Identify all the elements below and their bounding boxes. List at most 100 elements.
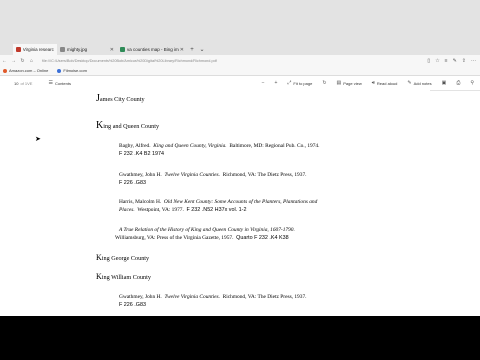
page-indicator[interactable]: 10 of 1VE bbox=[14, 81, 32, 86]
more-icon[interactable]: ··· bbox=[471, 58, 476, 64]
zoom-in-button[interactable]: + bbox=[274, 80, 277, 86]
save-icon: ▣ bbox=[441, 80, 447, 86]
tab-label: va counties map - Bing ima bbox=[127, 47, 179, 52]
plus-icon: + bbox=[274, 80, 278, 86]
tab-label: mighty.jpg bbox=[67, 47, 88, 52]
entry-publisher: Richmond, VA: The Dietz Press, 1937. bbox=[222, 172, 307, 178]
add-notes-button[interactable]: ✎ Add notes bbox=[407, 80, 431, 86]
entry-title: A True Relation of the History of King a… bbox=[119, 227, 295, 233]
hub-icon[interactable]: ≡ bbox=[445, 58, 448, 64]
page-total: of 1VE bbox=[20, 80, 33, 86]
heading-rest: ing and Queen County bbox=[103, 123, 160, 130]
entry-publisher: Williamsburg, VA: Press of the Virginia … bbox=[115, 235, 234, 241]
bib-entry: Gwathmey, John H. Twelve Virginia Counti… bbox=[119, 171, 419, 187]
favorite-amazon[interactable]: Amazon.com – Online bbox=[3, 68, 48, 73]
fit-page-icon: ⤢ bbox=[287, 80, 292, 86]
minus-icon: − bbox=[261, 80, 265, 86]
print-icon: ⎙ bbox=[456, 80, 461, 86]
call-number: F 232 .K4 B2 1974 bbox=[119, 151, 164, 157]
entry-title: Twelve Virginia Counties. bbox=[164, 172, 220, 178]
contents-list-icon: ☰ bbox=[48, 80, 53, 86]
amazon-favicon-icon bbox=[3, 68, 7, 73]
back-arrow-icon[interactable]: ← bbox=[0, 58, 9, 64]
favorite-label: Filmoise.com bbox=[63, 68, 87, 73]
close-icon[interactable]: ✕ bbox=[180, 47, 184, 53]
entry-publisher: Baltimore, MD: Regional Pub. Co., 1974. bbox=[229, 143, 320, 149]
page-number[interactable]: 10 bbox=[14, 81, 18, 86]
entry-publisher: Richmond, VA: The Dietz Press, 1937. bbox=[222, 294, 307, 300]
bib-entry-cont: Williamsburg, VA: Press of the Virginia … bbox=[115, 234, 420, 242]
pen-icon: ✎ bbox=[407, 80, 412, 86]
url-field[interactable]: file:///C:/Users/Bob/Desktop/Documents%2… bbox=[42, 59, 217, 63]
home-icon[interactable]: ⌂ bbox=[27, 58, 36, 64]
tab-mighty[interactable]: mighty.jpg ✕ bbox=[57, 44, 117, 55]
pin-button[interactable]: ⚲ bbox=[470, 80, 474, 86]
reading-view-icon[interactable]: ▯ bbox=[427, 58, 430, 64]
notes-pen-icon[interactable]: ✎ bbox=[453, 58, 457, 64]
heading-rest: ames City County bbox=[99, 96, 145, 103]
favorite-filmoise[interactable]: Filmoise.com bbox=[57, 68, 87, 73]
tab-bar: Virginia research outlin mighty.jpg ✕ va… bbox=[0, 0, 480, 55]
entry-title: Twelve Virginia Counties. bbox=[164, 294, 220, 300]
image-favicon-icon bbox=[60, 47, 65, 52]
pdf-toolbar: 10 of 1VE ☰ Contents − + ⤢ Fit to page ↻… bbox=[0, 76, 480, 91]
favorites-bar: Amazon.com – Online Filmoise.com bbox=[0, 66, 480, 76]
tab-va-counties[interactable]: va counties map - Bing ima ✕ bbox=[117, 44, 187, 55]
tab-dropdown-icon[interactable]: ⌄ bbox=[197, 46, 207, 53]
favorite-label: Amazon.com – Online bbox=[9, 68, 49, 73]
tabs-row: Virginia research outlin mighty.jpg ✕ va… bbox=[0, 44, 480, 55]
call-number: F 226 .G83 bbox=[119, 180, 146, 186]
mouse-cursor-icon: ➤ bbox=[35, 136, 41, 143]
new-tab-plus-icon[interactable]: + bbox=[187, 47, 197, 53]
bib-entry: Harris, Malcolm H. Old New Kent County: … bbox=[119, 198, 419, 214]
share-icon[interactable]: ⇪ bbox=[462, 58, 466, 64]
call-number: F 226 .G83 bbox=[119, 302, 146, 308]
rotate-button[interactable]: ↻ bbox=[322, 80, 326, 86]
bib-entry: A True Relation of the History of King a… bbox=[119, 226, 424, 234]
rotate-icon: ↻ bbox=[322, 80, 327, 86]
read-aloud-button[interactable]: 🔊︎ Read aloud bbox=[372, 80, 398, 86]
bib-entry: Bagby, Alfred. King and Queen County, Vi… bbox=[119, 142, 419, 158]
fit-to-page-button[interactable]: ⤢ Fit to page bbox=[287, 80, 312, 86]
entry-publisher: Westpoint, VA: 1977. bbox=[137, 207, 184, 213]
pin-icon: ⚲ bbox=[470, 80, 474, 86]
filmoise-favicon-icon bbox=[57, 68, 62, 73]
pdf-favicon-icon bbox=[16, 47, 21, 52]
refresh-icon[interactable]: ↻ bbox=[18, 58, 27, 64]
pdf-margin bbox=[0, 90, 60, 316]
address-actions: ▯ ☆ ≡ ✎ ⇪ ··· bbox=[427, 55, 476, 66]
save-button[interactable]: ▣ bbox=[442, 80, 447, 86]
entry-author: Bagby, Alfred. bbox=[119, 143, 151, 149]
page-view-button[interactable]: ▤ Page view bbox=[337, 80, 362, 86]
contents-label: Contents bbox=[54, 80, 71, 86]
print-button[interactable]: ⎙ bbox=[456, 80, 460, 86]
heading-king-queen: King and Queen County bbox=[96, 120, 159, 131]
entry-author: Gwathmey, John H. bbox=[119, 172, 162, 178]
tab-label: Virginia research outlin bbox=[22, 47, 54, 52]
contents-button[interactable]: ☰ Contents bbox=[48, 80, 71, 86]
page-view-icon: ▤ bbox=[336, 80, 342, 86]
read-aloud-label: Read aloud bbox=[376, 80, 398, 86]
forward-arrow-icon[interactable]: → bbox=[9, 58, 18, 64]
add-notes-label: Add notes bbox=[413, 80, 432, 86]
speaker-icon: 🔊︎ bbox=[371, 80, 375, 86]
pdf-page: James City County King and Queen County … bbox=[60, 90, 430, 316]
bing-favicon-icon bbox=[120, 47, 125, 52]
page-view-label: Page view bbox=[343, 80, 362, 86]
fit-to-page-label: Fit to page bbox=[293, 80, 313, 86]
heading-rest: ing George County bbox=[101, 255, 150, 262]
bib-entry: Gwathmey, John H. Twelve Virginia Counti… bbox=[119, 293, 419, 309]
favorite-star-icon[interactable]: ☆ bbox=[435, 58, 439, 64]
tab-virginia-research[interactable]: Virginia research outlin bbox=[13, 44, 57, 55]
zoom-out-button[interactable]: − bbox=[262, 80, 265, 86]
heading-james-city: James City County bbox=[96, 93, 145, 104]
heading-king-george: King George County bbox=[96, 253, 149, 262]
call-number: Quarto F 232 .K4 K38 bbox=[236, 235, 289, 241]
close-icon[interactable]: ✕ bbox=[110, 47, 114, 53]
entry-title: King and Queen County, Virginia. bbox=[153, 143, 227, 149]
entry-title: Old New Kent County: Some Accounts of th… bbox=[163, 199, 318, 205]
entry-author: Gwathmey, John H. bbox=[119, 294, 162, 300]
address-bar: ← → ↻ ⌂ file:///C:/Users/Bob/Desktop/Doc… bbox=[0, 55, 480, 66]
heading-rest: ing William County bbox=[101, 274, 151, 281]
heading-king-william: King William County bbox=[96, 272, 151, 281]
